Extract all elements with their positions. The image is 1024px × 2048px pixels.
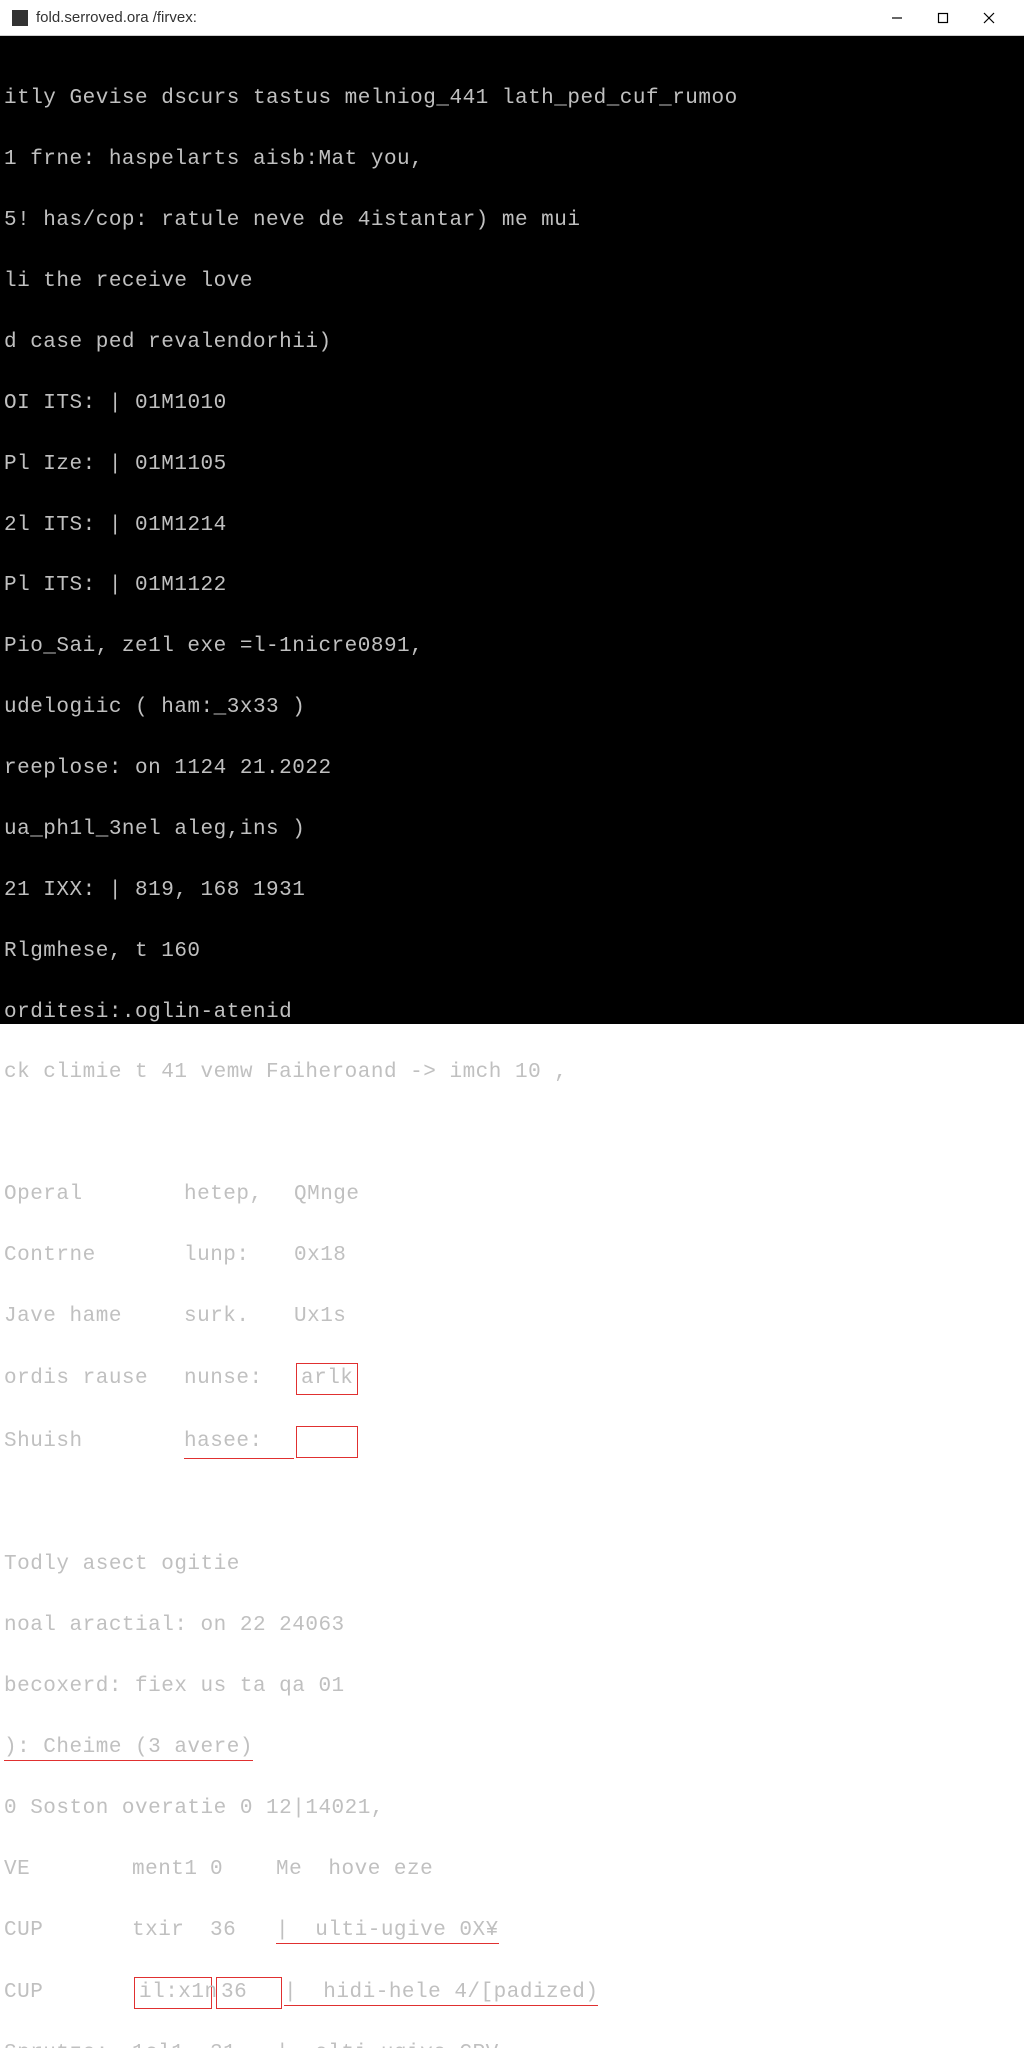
app-icon (12, 10, 28, 26)
table-row: Jave hamesurk.Ux1s (4, 1302, 1020, 1332)
table-row: ordis rausenunse:arlk (4, 1363, 1020, 1395)
cpu-row: CUPtxir36| ulti-ugive 0X¥ (4, 1916, 1020, 1946)
highlighted-empty (296, 1426, 358, 1458)
terminal-line: 21 IXX: | 819, 168 1931 (4, 876, 1020, 906)
terminal-output[interactable]: itly Gevise dscurs tastus melniog_441 la… (0, 36, 1024, 1024)
highlighted-value: 36 (216, 1977, 282, 2009)
highlighted-value: arlk (296, 1363, 358, 1395)
terminal-line: Pio_Sai, ze1l exe =l-1nicre0891, (4, 632, 1020, 662)
terminal-line: Todly asect ogitie (4, 1550, 1020, 1580)
status-line: Pl Ize: | 01M1105 (4, 450, 1020, 480)
cpu-row: VEment10Me hove eze (4, 1855, 1020, 1885)
terminal-line: udelogiic ( ham:_3x33 ) (4, 693, 1020, 723)
cpu-row: Sprutze:1cl131| alti-ugive CPV (4, 2039, 1020, 2048)
close-button[interactable] (966, 2, 1012, 34)
status-line: OI ITS: | 01M1010 (4, 389, 1020, 419)
terminal-line: 0 Soston overatie 0 12|14021, (4, 1794, 1020, 1824)
table-row: Operalhetep,QMnge (4, 1180, 1020, 1210)
status-line: 2l ITS: | 01M1214 (4, 511, 1020, 541)
highlighted-value: il:x1n (134, 1977, 212, 2009)
terminal-line: orditesi:.oglin-atenid (4, 998, 1020, 1028)
table-row: Shuishhasee: (4, 1426, 1020, 1459)
terminal-line: ua_ph1l_3nel aleg,ins ) (4, 815, 1020, 845)
window-titlebar: fold.serroved.ora /firvex: (0, 0, 1024, 36)
table-row: Contrnelunp:0x18 (4, 1241, 1020, 1271)
blank-line (4, 1119, 1020, 1149)
cpu-row: CUPil:x1n36| hidi-hele 4/[padized) (4, 1977, 1020, 2009)
terminal-line: 1 frne: haspelarts aisb:Mat you, (4, 145, 1020, 175)
terminal-line: becoxerd: fiex us ta qa 01 (4, 1672, 1020, 1702)
terminal-line: 5! has/cop: ratule neve de 4istantar) me… (4, 206, 1020, 236)
terminal-line: ck climie t 41 vemw Faiheroand -> imch 1… (4, 1058, 1020, 1088)
terminal-line: Rlgmhese, t 160 (4, 937, 1020, 967)
terminal-line: d case ped revalendorhii) (4, 328, 1020, 358)
window-controls (874, 2, 1012, 34)
terminal-line: noal aractial: on 22 24063 (4, 1611, 1020, 1641)
minimize-button[interactable] (874, 2, 920, 34)
maximize-button[interactable] (920, 2, 966, 34)
terminal-line: ): Cheime (3 avere) (4, 1733, 1020, 1763)
blank-line (4, 1490, 1020, 1520)
terminal-line: itly Gevise dscurs tastus melniog_441 la… (4, 84, 1020, 114)
window-title: fold.serroved.ora /firvex: (36, 9, 874, 26)
status-line: Pl ITS: | 01M1122 (4, 571, 1020, 601)
terminal-line: li the receive love (4, 267, 1020, 297)
terminal-line: reeplose: on 1124 21.2022 (4, 754, 1020, 784)
